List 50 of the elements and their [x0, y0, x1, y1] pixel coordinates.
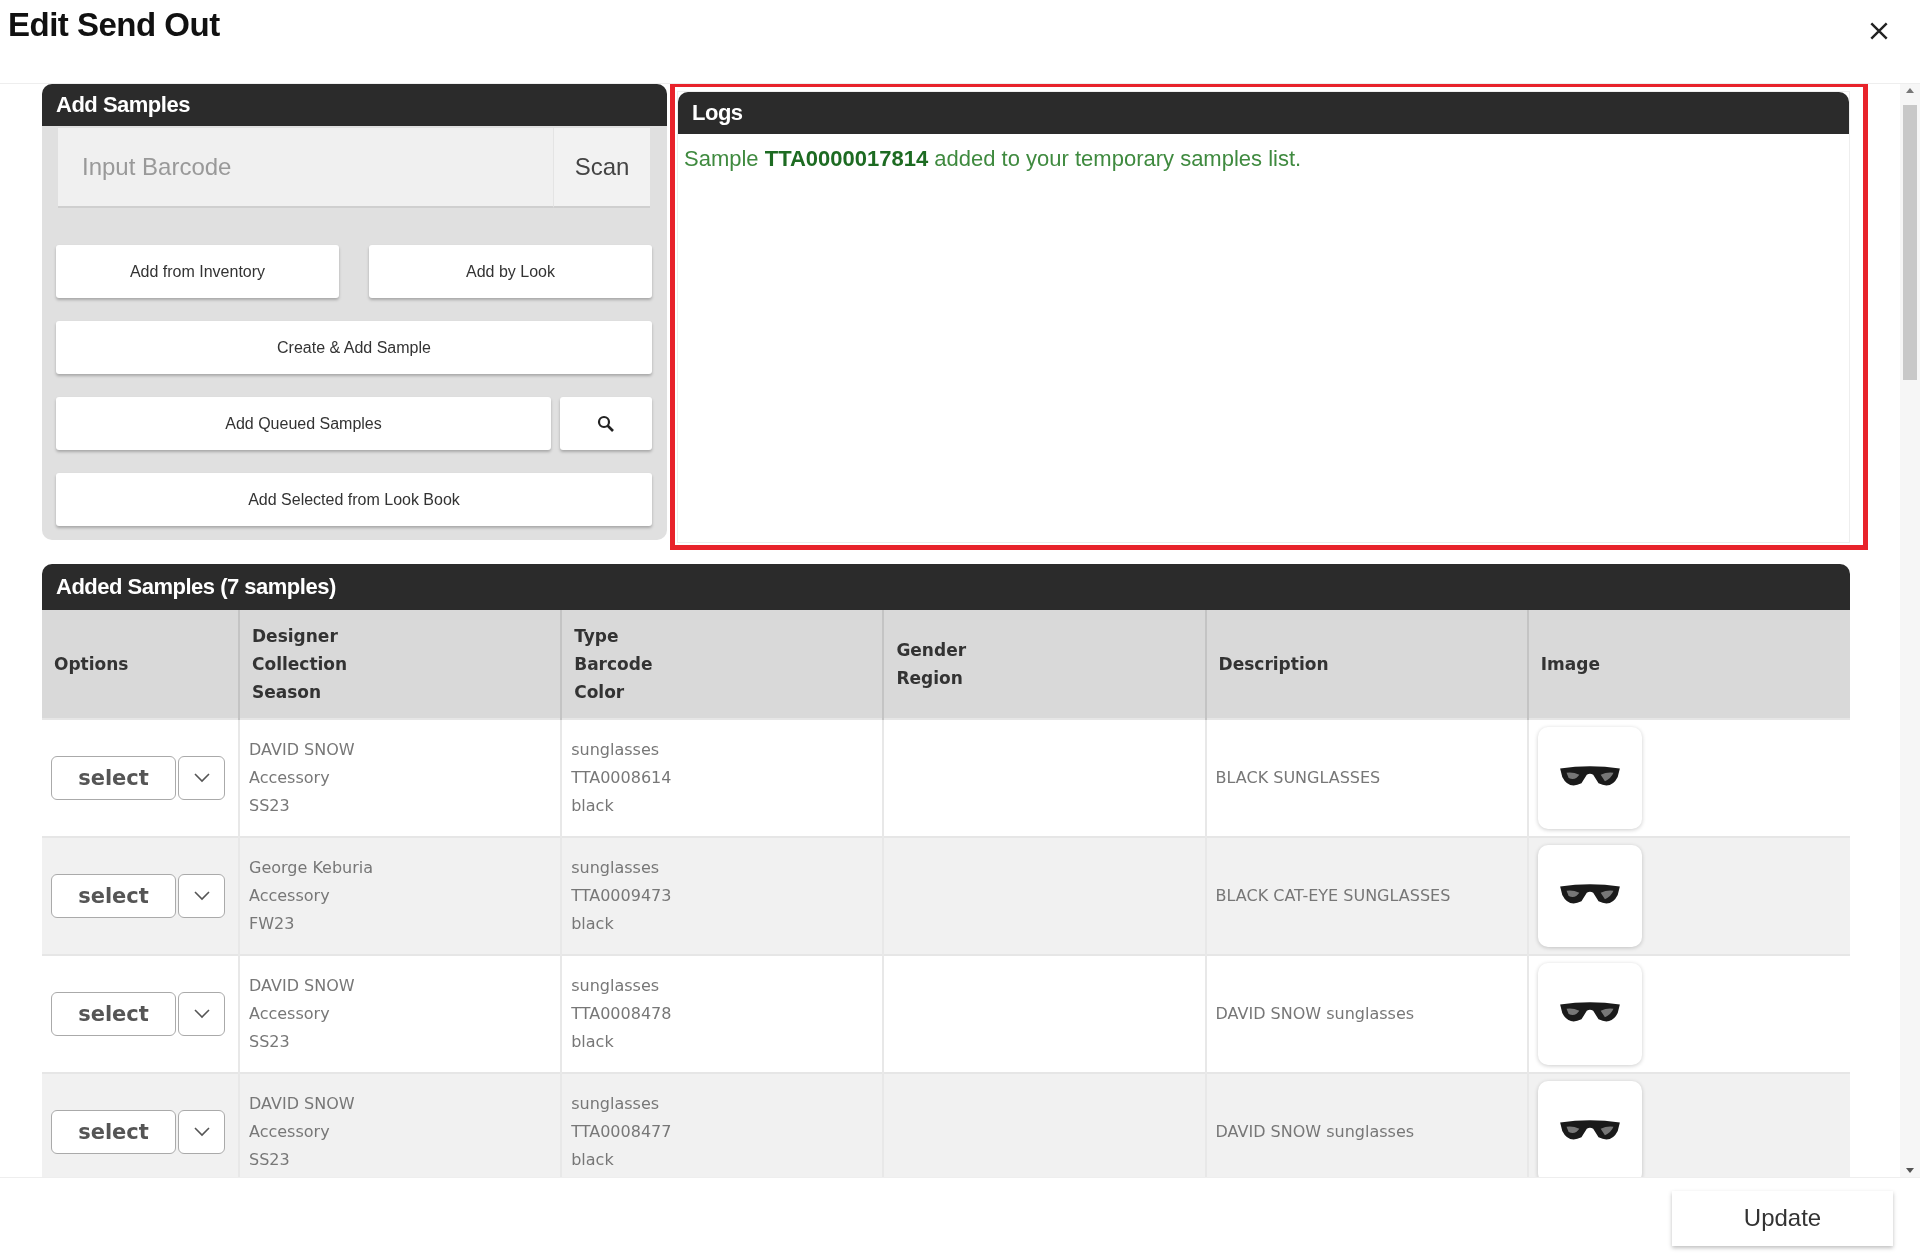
dropdown-button[interactable] [178, 756, 225, 800]
chevron-down-icon [193, 773, 210, 783]
table-cell: sunglasses TTA0008478 black [571, 976, 672, 1051]
table-cell: DAVID SNOW sunglasses [1215, 1004, 1415, 1023]
table-cell: BLACK CAT-EYE SUNGLASSES [1215, 886, 1451, 905]
column-header: Designer Collection Season [239, 610, 562, 719]
table-cell: sunglasses TTA0008614 black [571, 740, 672, 815]
select-button[interactable]: select [51, 874, 176, 918]
column-header: Description [1205, 610, 1528, 719]
panel-header: Logs [678, 92, 1849, 134]
table-cell: DAVID SNOW Accessory SS23 [249, 740, 355, 815]
barcode-input-field[interactable]: Input Barcode [58, 128, 553, 208]
add-by-look-button[interactable]: Add by Look [369, 245, 652, 298]
panel-header: Add Samples [42, 84, 667, 126]
select-button[interactable]: select [51, 756, 176, 800]
scroll-down-icon[interactable] [1906, 1168, 1914, 1173]
dialog-title: Edit Send Out [8, 6, 220, 44]
add-selected-from-look-book-button[interactable]: Add Selected from Look Book [56, 473, 652, 526]
table-cell: DAVID SNOW Accessory SS23 [249, 976, 355, 1051]
table-cell: George Keburia Accessory FW23 [249, 858, 374, 933]
create-add-sample-button[interactable]: Create & Add Sample [56, 321, 652, 374]
table-cell: BLACK SUNGLASSES [1215, 768, 1381, 787]
dropdown-button[interactable] [178, 992, 225, 1036]
scroll-up-icon[interactable] [1906, 88, 1914, 93]
update-button[interactable]: Update [1672, 1190, 1893, 1246]
table-cell: DAVID SNOW sunglasses [1215, 1122, 1415, 1141]
section-header: Added Samples (7 samples) [42, 564, 1850, 610]
table-cell: sunglasses TTA0009473 black [571, 858, 672, 933]
column-header: Type Barcode Color [561, 610, 884, 719]
scrollbar-thumb[interactable] [1903, 105, 1917, 380]
search-button[interactable] [560, 397, 652, 450]
select-button[interactable]: select [51, 992, 176, 1036]
chevron-down-icon [193, 891, 210, 901]
scan-button[interactable]: Scan [553, 128, 650, 208]
chevron-down-icon [193, 1009, 210, 1019]
chevron-down-icon [193, 1127, 210, 1137]
search-icon [596, 413, 616, 434]
close-icon[interactable] [1868, 20, 1890, 42]
dropdown-button[interactable] [178, 1110, 225, 1154]
add-queued-samples-button[interactable]: Add Queued Samples [56, 397, 551, 450]
log-message: Sample TTA0000017814 added to your temporary samples list. [684, 146, 1303, 172]
dropdown-button[interactable] [178, 874, 225, 918]
add-from-inventory-button[interactable]: Add from Inventory [56, 245, 339, 298]
select-button[interactable]: select [51, 1110, 176, 1154]
table-cell: DAVID SNOW Accessory SS23 [249, 1094, 355, 1169]
column-header: Options [42, 610, 239, 719]
column-header: Gender Region [883, 610, 1206, 719]
scrollbar[interactable] [1900, 84, 1920, 1177]
column-header: Image [1527, 610, 1850, 719]
table-cell: sunglasses TTA0008477 black [571, 1094, 672, 1169]
